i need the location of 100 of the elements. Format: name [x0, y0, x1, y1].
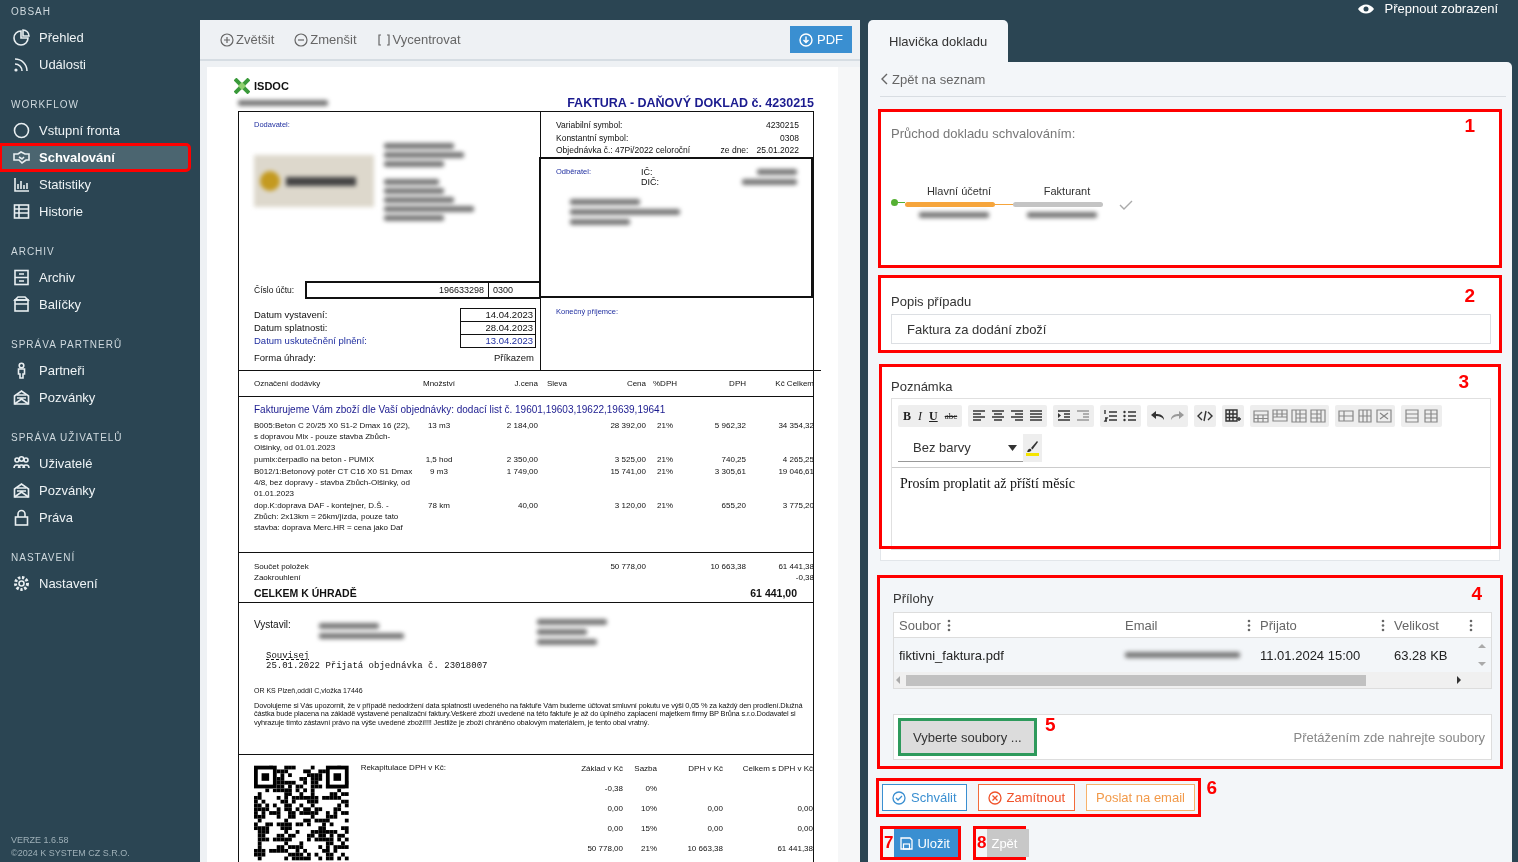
table-cell-text: -0,38 — [794, 572, 814, 583]
section-heading: ARCHIV — [10, 245, 56, 259]
lock-icon — [13, 509, 30, 526]
settings-icon — [13, 575, 30, 592]
table-cell-text: 10 663,38 — [709, 561, 746, 572]
column-header: DPH v Kč — [687, 763, 723, 775]
cell-split-icon[interactable] — [1404, 408, 1421, 424]
format-button[interactable]: U — [927, 407, 940, 425]
text-field[interactable]: Faktura za dodání zboží — [891, 314, 1491, 344]
column-menu-icon[interactable] — [1469, 618, 1473, 632]
column-menu-icon[interactable] — [946, 618, 951, 632]
table-cell-text: 21% — [640, 843, 657, 855]
table-cell-text: 2 350,00 — [505, 454, 538, 465]
field-label: Datum vystavení: — [254, 309, 328, 320]
version-text: VERZE 1.6.58 — [11, 834, 70, 847]
column-header: Sleva — [546, 379, 568, 388]
table-cell-text: 21% — [656, 466, 674, 478]
table-cell-text: 0,00 — [606, 803, 623, 815]
scrollbar[interactable] — [838, 67, 860, 862]
sidebar-item[interactable]: Přehled — [0, 24, 190, 51]
save-icon — [900, 836, 914, 850]
toolbar-button[interactable]: Zmenšit — [294, 32, 357, 47]
action-button[interactable]: Schválit — [882, 784, 967, 811]
back-link[interactable]: Zpět na seznam — [880, 62, 1506, 97]
check-circle-icon — [892, 790, 906, 805]
column-header: Označení dodávky — [254, 379, 322, 388]
format-button[interactable]: abc — [942, 407, 960, 425]
highlight-button[interactable] — [1023, 434, 1042, 462]
tab[interactable]: Hlavička dokladu — [868, 20, 1009, 62]
table-cell-text: 34 354,32 — [777, 420, 814, 432]
note-text: Prosím proplatit až příští měsíc — [899, 475, 1076, 493]
table-cell-text: 9 m3 — [429, 466, 449, 478]
table-cell-text: 78 km — [427, 500, 451, 512]
cabinet-icon — [13, 269, 30, 286]
field-label: Konstantní symbol: — [556, 131, 629, 144]
field-label: Forma úhrady: — [254, 352, 316, 363]
numbered-list-icon[interactable] — [1103, 408, 1120, 424]
format-button[interactable]: B — [901, 407, 913, 425]
column-header: Kč Celkem — [774, 379, 814, 388]
field-value: 0308 — [780, 131, 799, 144]
sidebar-item[interactable]: Uživatelé — [0, 450, 190, 477]
logo-text: ISDOC — [254, 79, 289, 92]
sidebar-item[interactable]: Historie — [0, 198, 190, 225]
align-left-icon[interactable] — [971, 408, 988, 424]
table-cell-text: 0% — [644, 783, 657, 795]
sidebar-item[interactable]: Statistiky — [0, 171, 190, 198]
sidebar-item[interactable]: Nastavení — [0, 570, 190, 597]
table-cell-text: 21% — [656, 500, 674, 512]
table-delete-icon[interactable] — [1376, 408, 1393, 424]
step-role: Hlavní účetní — [926, 185, 992, 197]
table-cell-text: 5 962,32 — [713, 420, 746, 432]
sidebar-item[interactable]: Archiv — [0, 264, 190, 291]
toolbar-button[interactable]: Vycentrovat — [376, 32, 461, 47]
table-cell-text: 0,00 — [796, 803, 813, 815]
field-value: 4230215 — [765, 119, 799, 132]
table-row-above-icon[interactable] — [1253, 408, 1270, 424]
sidebar-item[interactable]: Balíčky — [0, 291, 190, 318]
start-dot — [891, 199, 898, 206]
field-label: Popis případu — [891, 294, 972, 309]
rss-icon — [13, 56, 30, 73]
sidebar-item[interactable]: Schvalování — [0, 144, 190, 171]
scroll-left-icon — [894, 675, 902, 685]
callout-number: 5 — [1045, 715, 1056, 735]
table-cell-text: 0,00 — [796, 823, 813, 835]
table-cell-text: fiktivni_faktura.pdf — [898, 647, 1005, 663]
action-button[interactable]: Zamítnout — [977, 784, 1076, 811]
column-header: Celkem s DPH v Kč — [741, 763, 813, 775]
cell-merge-icon[interactable] — [1423, 408, 1440, 424]
copyright-text: ©2024 K SYSTEM CZ S.R.O. — [11, 847, 131, 860]
drop-zone[interactable]: Vyberte soubory ... 5 Přetážením zde nahrejte soubory — [893, 714, 1492, 760]
field-label: Vystavil: — [254, 619, 291, 630]
bullet-list-icon[interactable] — [1122, 408, 1139, 424]
indent-icon[interactable] — [1056, 408, 1073, 424]
switch-view-link[interactable]: Přepnout zobrazení — [1356, 2, 1498, 16]
table-cell-text: 61 441,38 — [776, 843, 813, 855]
align-center-icon[interactable] — [990, 408, 1007, 424]
align-justify-icon[interactable] — [1028, 408, 1045, 424]
column-header: DPH — [728, 379, 746, 388]
download-icon — [799, 32, 813, 47]
sidebar-item[interactable]: Události — [0, 51, 190, 78]
toolbar-button[interactable]: Zvětšit — [220, 32, 275, 47]
table-cell-text: 655,20 — [720, 500, 746, 512]
field-label: Číslo účtu: — [254, 285, 295, 295]
section-heading: OBSAH — [10, 5, 52, 19]
align-right-icon[interactable] — [1009, 408, 1026, 424]
column-menu-icon[interactable] — [1247, 618, 1251, 632]
step-role: Fakturant — [1043, 185, 1091, 197]
sidebar-item[interactable]: Práva — [0, 504, 190, 531]
sidebar-item[interactable]: Partneři — [0, 357, 190, 384]
scrollbar-thumb[interactable] — [906, 674, 1366, 686]
column-header: %DPH — [652, 379, 678, 388]
table-cell-text: 19 046,61 — [777, 466, 814, 478]
column-menu-icon[interactable] — [1381, 618, 1385, 632]
field-label: Rekapitulace DPH v Kč: — [360, 763, 447, 774]
sidebar-item[interactable]: Vstupní fronta — [0, 117, 190, 144]
sidebar-item[interactable]: Pozvánky — [0, 477, 190, 504]
related-document: 25.01.2022 Přijatá objednávka č. 23018007 — [266, 661, 489, 671]
section-label: Průchod dokladu schvalováním: — [891, 126, 1076, 141]
sidebar-item[interactable]: Pozvánky — [0, 384, 190, 411]
format-button[interactable]: I — [916, 407, 924, 425]
